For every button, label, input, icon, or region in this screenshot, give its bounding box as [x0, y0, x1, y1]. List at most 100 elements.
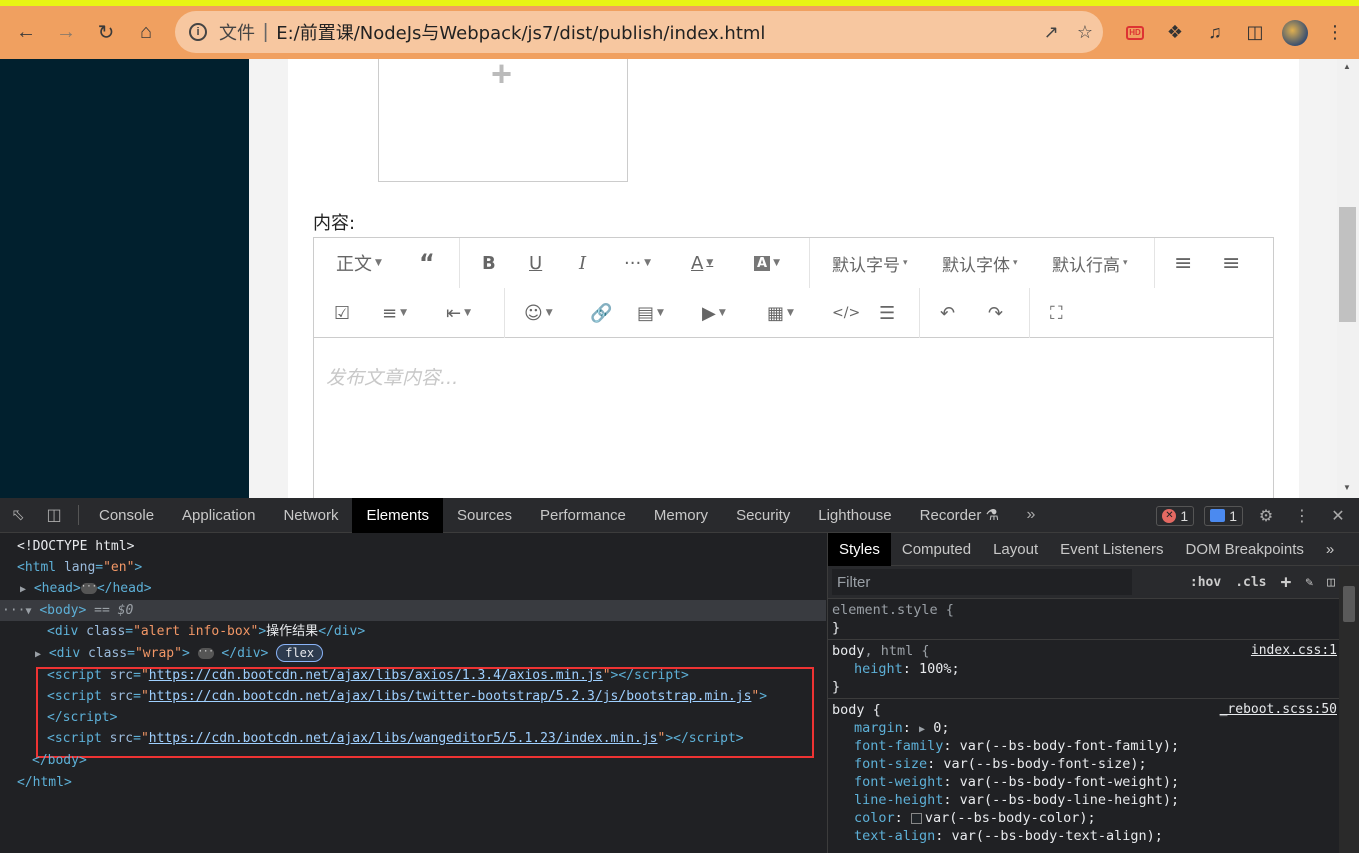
tab-network[interactable]: Network — [269, 498, 352, 533]
device-toggle-icon[interactable]: ◫ — [36, 498, 72, 533]
italic-icon[interactable]: I — [579, 238, 586, 288]
media-icon[interactable]: ♫ — [1195, 13, 1235, 53]
undo-icon[interactable]: ↶ — [940, 288, 955, 338]
redo-icon[interactable]: ↷ — [988, 288, 1003, 338]
url-text[interactable]: E:/前置课/NodeJs与Webpack/js7/dist/publish/i… — [276, 19, 765, 45]
script-wangeditor-node[interactable]: <script src="https://cdn.bootcdn.net/aja… — [47, 728, 744, 749]
info-icon[interactable]: i — [189, 23, 207, 41]
script-axios-node[interactable]: <script src="https://cdn.bootcdn.net/aja… — [47, 665, 689, 686]
home-icon[interactable]: ⌂ — [126, 13, 166, 53]
index-css-link[interactable]: index.css:1 — [1251, 643, 1337, 658]
bulleted-list-icon[interactable]: ≡ — [1174, 238, 1192, 288]
error-counter[interactable]: ✕ 1 — [1156, 505, 1195, 526]
bg-color-icon[interactable]: A ▼ — [754, 238, 780, 288]
align-icon[interactable]: ≡ ▼ — [382, 288, 407, 338]
line-height-select[interactable]: 默认行高 ▾ — [1052, 238, 1128, 288]
tab-application[interactable]: Application — [168, 498, 269, 533]
tab-computed[interactable]: Computed — [891, 533, 982, 566]
styles-scrollbar[interactable] — [1339, 566, 1359, 853]
kebab-menu-icon[interactable]: ⋮ — [1289, 498, 1315, 533]
more-style-icon[interactable]: ··· ▼ — [624, 238, 651, 288]
page-scroll-thumb[interactable] — [1339, 207, 1356, 322]
paint-icon[interactable]: ✎ — [1305, 575, 1313, 590]
page-scrollbar[interactable]: ▲ ▼ — [1337, 59, 1359, 498]
video-icon[interactable]: ▶ ▼ — [702, 288, 726, 338]
body-close-line[interactable]: </body> — [32, 750, 87, 771]
font-size-select[interactable]: 默认字号 ▾ — [832, 238, 908, 288]
cls-toggle[interactable]: .cls — [1235, 575, 1266, 590]
more-tabs-icon[interactable]: » — [1013, 498, 1049, 533]
rich-text-editor[interactable]: 正文 ▼ “ B U I ··· ▼ A ▼ A ▼ 默认字号 ▾ 默认字体 ▾ 默认行高 ▾… — [313, 237, 1274, 498]
share-icon[interactable]: ↗ — [1044, 22, 1059, 43]
tab-styles[interactable]: Styles — [828, 532, 891, 566]
script-bootstrap-close[interactable]: </script> — [47, 707, 117, 728]
font-color-icon[interactable]: A ▼ — [691, 238, 713, 288]
more-styles-tabs-icon[interactable]: » — [1315, 533, 1345, 566]
rule-body-html[interactable]: body, html { index.css:1 height: 100%; } — [828, 640, 1359, 699]
hov-toggle[interactable]: :hov — [1190, 575, 1221, 590]
quote-icon[interactable]: “ — [419, 238, 435, 288]
close-devtools-icon[interactable]: ✕ — [1325, 498, 1351, 533]
tab-performance[interactable]: Performance — [526, 498, 640, 533]
message-counter[interactable]: 1 — [1204, 505, 1243, 526]
new-rule-icon[interactable]: + — [1281, 572, 1292, 593]
scroll-up-icon[interactable]: ▲ — [1343, 62, 1351, 71]
doctype-line[interactable]: <!DOCTYPE html> — [17, 536, 134, 557]
styles-filter-input[interactable]: Filter — [832, 569, 1132, 595]
div-alert-node[interactable]: <div class="alert info-box">操作结果</div> — [47, 621, 365, 642]
tab-event-listeners[interactable]: Event Listeners — [1049, 533, 1174, 566]
code-block-icon[interactable]: </> — [832, 288, 860, 338]
reload-icon[interactable]: ↻ — [86, 13, 126, 53]
rule-body-reboot[interactable]: body { _reboot.scss:50 margin: ▶ 0; font… — [828, 699, 1359, 847]
tab-elements[interactable]: Elements — [352, 497, 443, 533]
tab-memory[interactable]: Memory — [640, 498, 722, 533]
todo-icon[interactable]: ☑ — [334, 288, 350, 338]
back-icon[interactable]: ← — [6, 13, 46, 53]
devtools-tabbar: ⬁ ◫ Console Application Network Elements… — [0, 497, 1359, 533]
tab-recorder[interactable]: Recorder ⚗ — [906, 498, 1013, 533]
image-icon[interactable]: ▤ ▼ — [637, 288, 664, 338]
font-family-select[interactable]: 默认字体 ▾ — [942, 238, 1018, 288]
scroll-down-icon[interactable]: ▼ — [1343, 483, 1351, 492]
bold-icon[interactable]: B — [482, 238, 496, 288]
tab-lighthouse[interactable]: Lighthouse — [804, 498, 905, 533]
hd-extension-icon[interactable]: HD — [1115, 13, 1155, 53]
table-icon[interactable]: ▦ ▼ — [767, 288, 794, 338]
fullscreen-icon[interactable]: ⛶ — [1050, 288, 1063, 338]
divider-icon[interactable]: ☰ — [879, 288, 895, 338]
tab-security[interactable]: Security — [722, 498, 804, 533]
tab-console[interactable]: Console — [85, 498, 168, 533]
paragraph-select[interactable]: 正文 ▼ — [336, 238, 382, 288]
error-icon: ✕ — [1162, 508, 1177, 523]
underline-icon[interactable]: U — [529, 238, 542, 288]
cover-upload-box[interactable]: + — [378, 59, 628, 182]
indent-icon[interactable]: ⇤ ▼ — [446, 288, 471, 338]
tab-layout[interactable]: Layout — [982, 533, 1049, 566]
reboot-scss-link[interactable]: _reboot.scss:50 — [1220, 702, 1337, 717]
div-wrap-node[interactable]: ▶ <div class="wrap"> ··· </div> flex — [35, 643, 324, 664]
menu-icon[interactable]: ⋮ — [1315, 13, 1355, 53]
address-bar[interactable]: i 文件 | E:/前置课/NodeJs与Webpack/js7/dist/pu… — [175, 11, 1103, 53]
link-icon[interactable]: 🔗 — [590, 288, 612, 338]
script-bootstrap-node[interactable]: <script src="https://cdn.bootcdn.net/aja… — [47, 686, 767, 707]
sidepanel-icon[interactable]: ◫ — [1235, 13, 1275, 53]
forward-icon[interactable]: → — [46, 13, 86, 53]
color-swatch[interactable] — [910, 812, 922, 824]
inspect-icon[interactable]: ⬁ — [0, 498, 36, 533]
head-node[interactable]: ▶ <head>···</head> — [20, 578, 152, 599]
emoji-icon[interactable]: ☺ ▼ — [524, 288, 553, 338]
profile-avatar[interactable] — [1275, 13, 1315, 53]
numbered-list-icon[interactable]: ≡ — [1222, 238, 1240, 288]
body-node[interactable]: ···▼ <body> == $0 — [2, 600, 133, 621]
html-close-line[interactable]: </html> — [17, 772, 72, 793]
extensions-icon[interactable]: ❖ — [1155, 13, 1195, 53]
tab-sources[interactable]: Sources — [443, 498, 526, 533]
html-open-line[interactable]: <html lang="en"> — [17, 557, 142, 578]
settings-icon[interactable]: ⚙ — [1253, 498, 1279, 533]
tab-dom-breakpoints[interactable]: DOM Breakpoints — [1175, 533, 1315, 566]
star-icon[interactable]: ☆ — [1077, 22, 1093, 43]
flex-badge[interactable]: flex — [276, 644, 324, 662]
styles-scroll-thumb[interactable] — [1343, 586, 1355, 622]
toggle-sidebar-icon[interactable]: ◫ — [1327, 575, 1335, 590]
rule-element-style[interactable]: element.style { } — [828, 599, 1359, 640]
